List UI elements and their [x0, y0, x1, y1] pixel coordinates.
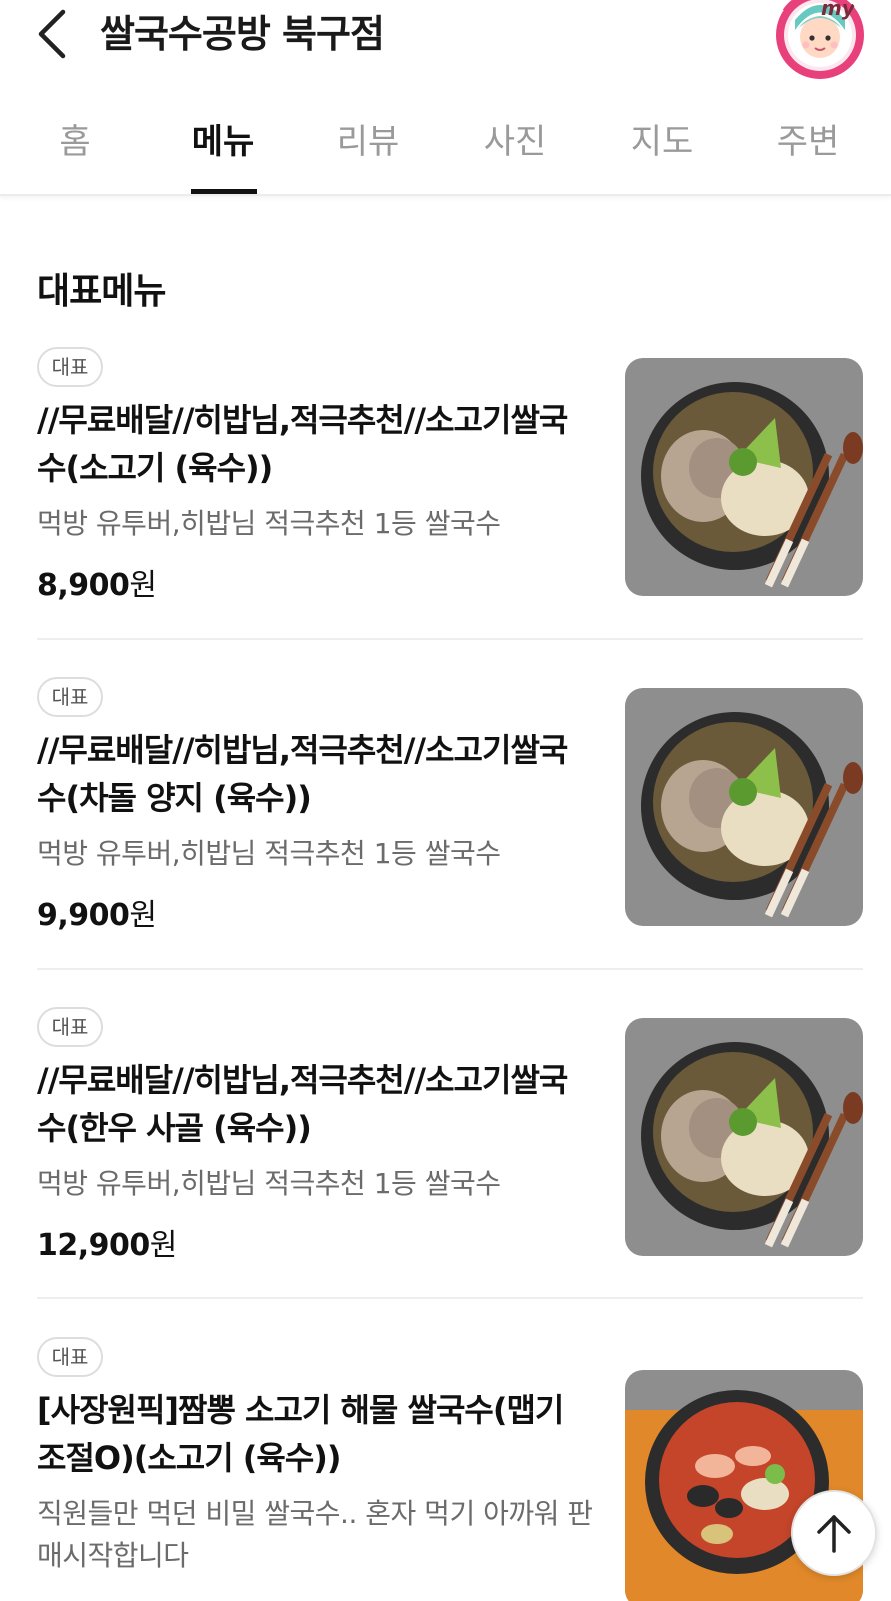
price-currency: 원 [129, 898, 157, 933]
featured-badge: 대표 [37, 1007, 103, 1047]
menu-item-price: 9,900원 [37, 890, 157, 934]
menu-item-description: 직원들만 먹던 비밀 쌀국수.. 혼자 먹기 아까워 판매시작합니다 [37, 1497, 593, 1572]
menu-item-price: 8,900원 [37, 560, 157, 604]
price-currency: 원 [149, 1228, 178, 1263]
tab-map[interactable]: 지도 [607, 112, 717, 172]
menu-item[interactable]: 대표 [사장원픽]짬뽕 소고기 해물 쌀국수(맵기조절O)(소고기 (육수)) … [0, 1330, 891, 1601]
menu-item-name: [사장원픽]짬뽕 소고기 해물 쌀국수(맵기조절O)(소고기 (육수)) [37, 1391, 564, 1477]
featured-badge: 대표 [37, 347, 103, 387]
avatar-label: my [821, 0, 855, 20]
featured-badge: 대표 [37, 1337, 103, 1377]
menu-item-price: 12,900원 [37, 1220, 177, 1264]
featured-badge: 대표 [37, 677, 103, 717]
tab-bar: 홈 메뉴 리뷰 사진 지도 주변 [0, 100, 891, 196]
tab-home[interactable]: 홈 [20, 112, 130, 172]
tab-photos[interactable]: 사진 [460, 112, 570, 172]
menu-item-description: 먹방 유투버,히밥님 적극추천 1등 쌀국수 [37, 507, 501, 540]
beef-pho-bowl-image [625, 1018, 863, 1256]
menu-item-image [625, 688, 863, 926]
menu-item[interactable]: 대표 //무료배달//히밥님,적극추천//소고기쌀국수(한우 사골 (육수)) … [0, 1000, 891, 1330]
price-currency: 원 [129, 568, 157, 603]
price-amount: 9,900 [37, 898, 130, 933]
menu-item-name: //무료배달//히밥님,적극추천//소고기쌀국수(한우 사골 (육수)) [37, 1061, 568, 1147]
menu-item-description: 먹방 유투버,히밥님 적극추천 1등 쌀국수 [37, 837, 501, 870]
beef-pho-bowl-image [625, 358, 863, 596]
back-button[interactable] [28, 6, 76, 62]
beef-pho-bowl-image [625, 688, 863, 926]
chevron-left-icon [38, 9, 66, 59]
menu-item-image [625, 1018, 863, 1256]
scroll-to-top-button[interactable] [791, 1490, 877, 1576]
price-amount: 12,900 [37, 1228, 150, 1263]
menu-item-name: //무료배달//히밥님,적극추천//소고기쌀국수(차돌 양지 (육수)) [37, 731, 568, 817]
menu-item-description: 먹방 유투버,히밥님 적극추천 1등 쌀국수 [37, 1167, 501, 1200]
tab-reviews[interactable]: 리뷰 [313, 112, 423, 172]
divider [37, 968, 863, 970]
active-tab-indicator [191, 189, 257, 194]
menu-item[interactable]: 대표 //무료배달//히밥님,적극추천//소고기쌀국수(소고기 (육수)) 먹방… [0, 340, 891, 670]
arrow-up-icon [817, 1515, 851, 1553]
divider [37, 1297, 863, 1299]
tab-nearby[interactable]: 주변 [753, 112, 863, 172]
tab-menu[interactable]: 메뉴 [168, 112, 278, 172]
page-title: 쌀국수공방 북구점 [100, 12, 385, 56]
menu-item[interactable]: 대표 //무료배달//히밥님,적극추천//소고기쌀국수(차돌 양지 (육수)) … [0, 670, 891, 1000]
section-title: 대표메뉴 [37, 271, 166, 312]
top-bar: 쌀국수공방 북구점 my [0, 0, 891, 79]
menu-item-name: //무료배달//히밥님,적극추천//소고기쌀국수(소고기 (육수)) [37, 401, 568, 487]
price-amount: 8,900 [37, 568, 130, 603]
menu-item-image [625, 358, 863, 596]
my-profile-avatar[interactable]: my [775, 0, 865, 80]
divider [37, 638, 863, 640]
